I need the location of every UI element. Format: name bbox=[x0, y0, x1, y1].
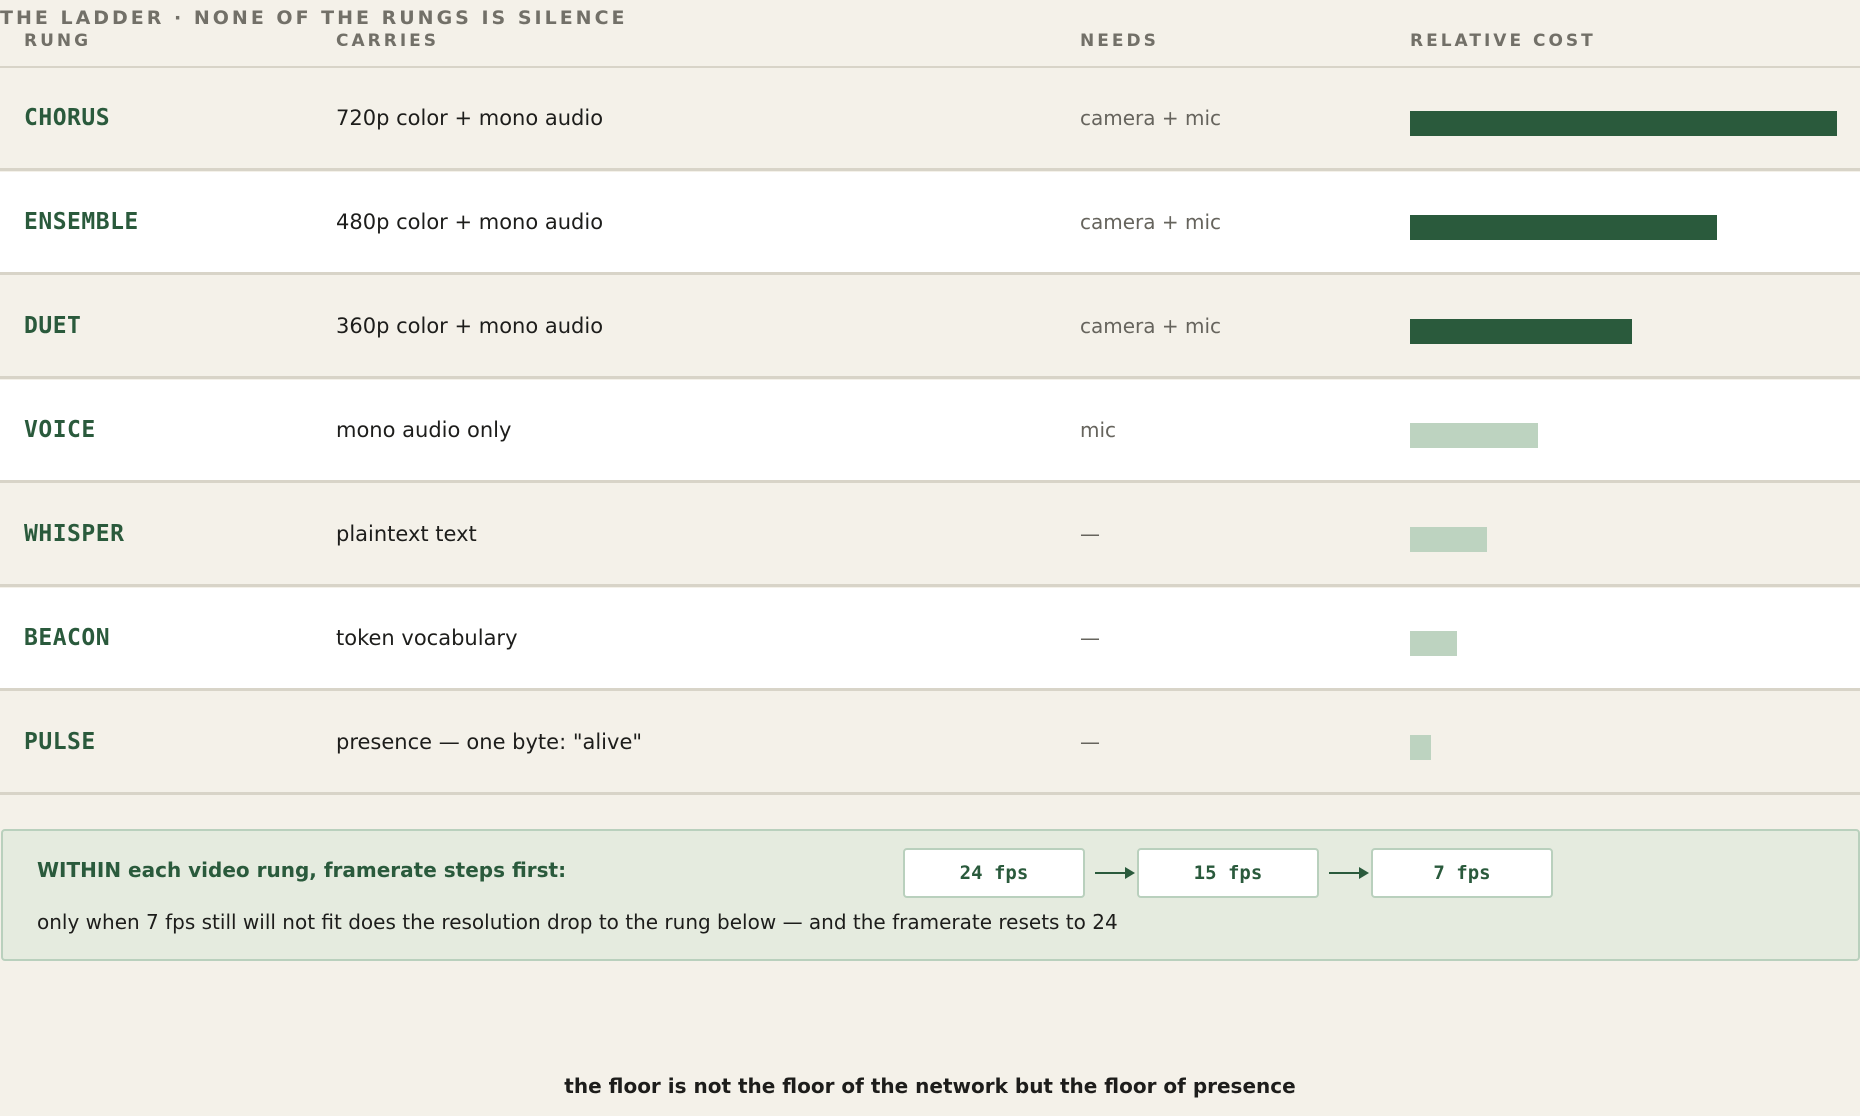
rung-row-whisper: WHISPER plaintext text — bbox=[0, 484, 1860, 587]
rung-needs: — bbox=[1080, 626, 1100, 650]
table-header: RUNG CARRIES NEEDS RELATIVE COST bbox=[0, 28, 1860, 68]
fps-step-24: 24 fps bbox=[903, 848, 1085, 898]
ladder-rows: CHORUS 720p color + mono audio camera + … bbox=[0, 68, 1860, 796]
arrow-right-icon bbox=[1095, 867, 1135, 879]
rung-name: CHORUS bbox=[24, 105, 111, 131]
rung-row-duet: DUET 360p color + mono audio camera + mi… bbox=[0, 276, 1860, 379]
rung-name: WHISPER bbox=[24, 521, 125, 547]
fps-step-15: 15 fps bbox=[1137, 848, 1319, 898]
cost-bar bbox=[1410, 215, 1717, 240]
rung-row-voice: VOICE mono audio only mic bbox=[0, 380, 1860, 483]
rung-name: PULSE bbox=[24, 729, 96, 755]
rung-carries: token vocabulary bbox=[336, 626, 518, 650]
footer-tagline: the floor is not the floor of the networ… bbox=[564, 1074, 1296, 1098]
rung-needs: camera + mic bbox=[1080, 106, 1222, 130]
rung-row-ensemble: ENSEMBLE 480p color + mono audio camera … bbox=[0, 172, 1860, 275]
cost-bar bbox=[1410, 527, 1487, 552]
rung-carries: mono audio only bbox=[336, 418, 512, 442]
rung-needs: — bbox=[1080, 522, 1100, 546]
rung-carries: 360p color + mono audio bbox=[336, 314, 604, 338]
rung-name: ENSEMBLE bbox=[24, 209, 139, 235]
cost-bar bbox=[1410, 631, 1457, 656]
rung-name: BEACON bbox=[24, 625, 111, 651]
column-header-rung: RUNG bbox=[24, 31, 92, 51]
framerate-note: WITHIN each video rung, framerate steps … bbox=[1, 829, 1860, 961]
rung-carries: presence — one byte: "alive" bbox=[336, 730, 643, 754]
cost-bar bbox=[1410, 423, 1538, 448]
rung-name: VOICE bbox=[24, 417, 96, 443]
cost-bar bbox=[1410, 319, 1632, 344]
note-title: WITHIN each video rung, framerate steps … bbox=[37, 858, 567, 882]
note-body: only when 7 fps still will not fit does … bbox=[37, 910, 1118, 934]
cost-bar bbox=[1410, 111, 1837, 136]
fps-step-7: 7 fps bbox=[1371, 848, 1553, 898]
rung-needs: mic bbox=[1080, 418, 1117, 442]
rung-carries: 720p color + mono audio bbox=[336, 106, 604, 130]
column-header-needs: NEEDS bbox=[1080, 31, 1159, 51]
rung-row-pulse: PULSE presence — one byte: "alive" — bbox=[0, 692, 1860, 795]
rung-row-chorus: CHORUS 720p color + mono audio camera + … bbox=[0, 68, 1860, 171]
rung-carries: 480p color + mono audio bbox=[336, 210, 604, 234]
cost-bar bbox=[1410, 735, 1431, 760]
rung-needs: — bbox=[1080, 730, 1100, 754]
rung-carries: plaintext text bbox=[336, 522, 477, 546]
rung-needs: camera + mic bbox=[1080, 210, 1222, 234]
diagram-eyebrow: THE LADDER · NONE OF THE RUNGS IS SILENC… bbox=[0, 7, 628, 29]
column-header-relative-cost: RELATIVE COST bbox=[1410, 31, 1596, 51]
rung-name: DUET bbox=[24, 313, 82, 339]
rung-row-beacon: BEACON token vocabulary — bbox=[0, 588, 1860, 691]
arrow-right-icon bbox=[1329, 867, 1369, 879]
rung-needs: camera + mic bbox=[1080, 314, 1222, 338]
column-header-carries: CARRIES bbox=[336, 31, 439, 51]
